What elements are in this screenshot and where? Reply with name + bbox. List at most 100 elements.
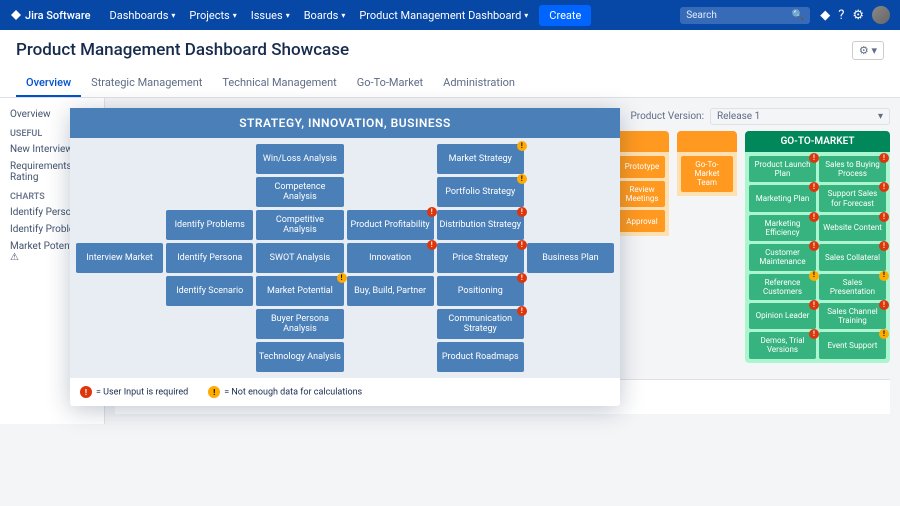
- nav-item-product-management-dashboard[interactable]: Product Management Dashboard ▾: [352, 9, 535, 22]
- column-head-gtm: GO-TO-MARKET: [745, 131, 890, 152]
- overlay-tile[interactable]: SWOT Analysis: [256, 243, 343, 273]
- warning-badge-icon: !: [879, 271, 889, 281]
- overlay-tile[interactable]: Price Strategy!: [437, 243, 524, 273]
- warning-badge-icon: !: [879, 329, 889, 339]
- tile[interactable]: Reference Customers!: [749, 274, 816, 300]
- overlay-tile[interactable]: Product Roadmaps: [437, 342, 524, 372]
- chevron-down-icon: ▾: [286, 11, 290, 20]
- overlay-tile[interactable]: Business Plan: [527, 243, 614, 273]
- warning-badge-icon: !: [809, 241, 819, 251]
- warning-badge-icon: !: [879, 241, 889, 251]
- overlay-tile[interactable]: Product Profitability!: [347, 210, 434, 240]
- tile[interactable]: Marketing Efficiency!: [749, 215, 816, 241]
- warning-badge-icon: !: [427, 240, 437, 250]
- warning-badge-icon: !: [517, 273, 527, 283]
- tile[interactable]: Opinion Leader!: [749, 303, 816, 329]
- tile[interactable]: Sales Collateral!: [819, 244, 886, 270]
- tab-strategic-management[interactable]: Strategic Management: [81, 70, 212, 97]
- nav-item-issues[interactable]: Issues ▾: [244, 9, 297, 22]
- warning-badge-icon: !: [337, 273, 347, 283]
- overlay-tile[interactable]: Identify Problems: [166, 210, 253, 240]
- jira-logo[interactable]: Jira Software: [10, 9, 91, 22]
- warning-badge-icon: !: [517, 174, 527, 184]
- chevron-down-icon: ▾: [878, 111, 883, 122]
- overlay-tile[interactable]: Technology Analysis: [256, 342, 343, 372]
- overlay-tile[interactable]: Identify Persona: [166, 243, 253, 273]
- tile[interactable]: Sales to Buying Process!: [819, 156, 886, 182]
- search-input[interactable]: [686, 10, 792, 21]
- nav-item-boards[interactable]: Boards ▾: [297, 9, 353, 22]
- overlay-tile[interactable]: Portfolio Strategy!: [437, 177, 524, 207]
- legend-red-text: = User Input is required: [96, 388, 188, 398]
- tile[interactable]: Product Launch Plan!: [749, 156, 816, 182]
- warning-badge-icon: !: [879, 300, 889, 310]
- tile[interactable]: Approval: [619, 210, 665, 232]
- tile[interactable]: Demos, Trial Versions!: [749, 332, 816, 358]
- tab-go-to-market[interactable]: Go-To-Market: [347, 70, 433, 97]
- warning-badge-icon: !: [879, 153, 889, 163]
- overlay-tile[interactable]: Buyer Persona Analysis: [256, 309, 343, 339]
- warning-badge-icon: !: [517, 306, 527, 316]
- chevron-down-icon: ▾: [341, 11, 345, 20]
- warning-badge-icon: !: [427, 207, 437, 217]
- settings-icon[interactable]: ⚙: [852, 8, 864, 23]
- nav-item-dashboards[interactable]: Dashboards ▾: [103, 9, 183, 22]
- chevron-down-icon: ▾: [233, 11, 237, 20]
- overlay-tile[interactable]: Distribution Strategy!: [437, 210, 524, 240]
- tab-overview[interactable]: Overview: [16, 70, 81, 97]
- chevron-down-icon: ▾: [524, 11, 528, 20]
- warning-badge-icon: !: [809, 153, 819, 163]
- overlay-tile[interactable]: Market Potential!: [256, 276, 343, 306]
- legend-yellow-text: = Not enough data for calculations: [224, 388, 362, 398]
- overlay-tile[interactable]: Interview Market: [76, 243, 163, 273]
- warning-badge-icon: !: [517, 207, 527, 217]
- warning-badge-icon: !: [809, 212, 819, 222]
- tile[interactable]: Review Meetings: [619, 181, 665, 207]
- overlay-tile[interactable]: Win/Loss Analysis: [256, 144, 343, 174]
- tile[interactable]: Prototype: [619, 156, 665, 178]
- create-button[interactable]: Create: [539, 5, 591, 26]
- column-head-c3: [677, 131, 737, 152]
- product-version-label: Product Version:: [630, 111, 704, 122]
- overlay-tile[interactable]: Communication Strategy!: [437, 309, 524, 339]
- tile[interactable]: Marketing Plan!: [749, 185, 816, 211]
- warning-badge-icon: !: [879, 182, 889, 192]
- strategy-overlay: STRATEGY, INNOVATION, BUSINESS Win/Loss …: [70, 108, 620, 406]
- overlay-tile[interactable]: Market Strategy!: [437, 144, 524, 174]
- overlay-tile[interactable]: Positioning!: [437, 276, 524, 306]
- notifications-icon[interactable]: ◆: [820, 8, 830, 23]
- warning-badge-icon: !: [809, 271, 819, 281]
- warning-badge-icon: !: [809, 182, 819, 192]
- warning-badge-icon: !: [809, 300, 819, 310]
- warning-badge-icon: !: [879, 212, 889, 222]
- search-icon: 🔍: [792, 10, 804, 21]
- tile[interactable]: Support Sales for Forecast!: [819, 185, 886, 211]
- tile[interactable]: Sales Presentation!: [819, 274, 886, 300]
- tile[interactable]: Go-To-Market Team: [681, 156, 733, 192]
- tab-technical-management[interactable]: Technical Management: [212, 70, 346, 97]
- tile[interactable]: Customer Maintenance!: [749, 244, 816, 270]
- tab-administration[interactable]: Administration: [433, 70, 525, 97]
- page-title: Product Management Dashboard Showcase: [16, 40, 349, 60]
- warning-badge-icon: !: [809, 329, 819, 339]
- overlay-title: STRATEGY, INNOVATION, BUSINESS: [70, 108, 620, 138]
- nav-item-projects[interactable]: Projects ▾: [182, 9, 243, 22]
- user-avatar[interactable]: [872, 6, 890, 24]
- product-version-select[interactable]: Release 1 ▾: [710, 108, 890, 125]
- help-icon[interactable]: ?: [838, 8, 844, 23]
- tile[interactable]: Sales Channel Training!: [819, 303, 886, 329]
- overlay-tile[interactable]: Identify Scenario: [166, 276, 253, 306]
- product-version-value: Release 1: [717, 111, 760, 122]
- page-settings-button[interactable]: ⚙ ▾: [852, 41, 884, 60]
- warning-badge-icon: !: [517, 240, 527, 250]
- legend-red-icon: !: [80, 386, 92, 398]
- overlay-tile[interactable]: Competitive Analysis: [256, 210, 343, 240]
- tile[interactable]: Website Content!: [819, 215, 886, 241]
- warning-badge-icon: !: [517, 141, 527, 151]
- search-box[interactable]: 🔍: [680, 7, 810, 24]
- overlay-tile[interactable]: Innovation!: [347, 243, 434, 273]
- tile[interactable]: Event Support!: [819, 332, 886, 358]
- logo-text: Jira Software: [25, 9, 91, 22]
- overlay-tile[interactable]: Buy, Build, Partner: [347, 276, 434, 306]
- overlay-tile[interactable]: Competence Analysis: [256, 177, 343, 207]
